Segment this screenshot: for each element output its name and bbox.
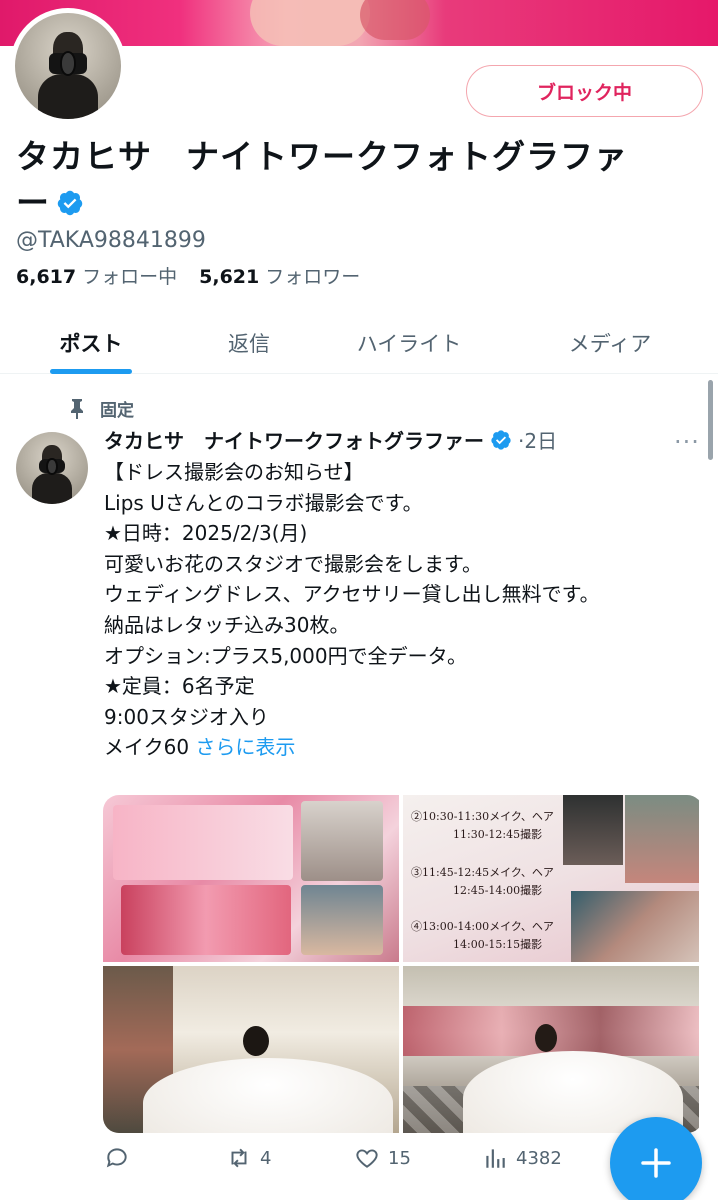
follow-stats: 6,617 フォロー中 5,621 フォロワー [16, 262, 360, 289]
profile-tabs: ポスト 返信 ハイライト メディア [0, 312, 718, 374]
repost-icon [231, 1148, 247, 1168]
photo-tile [571, 891, 699, 962]
post-line: 可愛いお花のスタジオで撮影会をします。 [104, 551, 482, 576]
post-header: タカヒサ ナイトワークフォトグラファー ·2日 [104, 425, 557, 454]
tab-media-label: メディア [568, 332, 652, 356]
repost-button[interactable]: 4 [226, 1145, 271, 1171]
schedule-text: 12:45-14:00撮影 [453, 884, 543, 897]
tab-replies[interactable]: 返信 [182, 312, 316, 374]
tab-media[interactable]: メディア [502, 312, 718, 374]
schedule-text: 14:00-15:15撮影 [453, 938, 543, 951]
reply-icon [106, 1148, 127, 1168]
photo-tile [301, 885, 383, 955]
profile-name-line2-wrap: ー [16, 180, 656, 226]
photo-dress [143, 1058, 393, 1133]
post-line-last: メイク60 さらに表示 [104, 732, 704, 763]
like-button[interactable]: 15 [354, 1145, 411, 1171]
avatar-image [15, 13, 121, 119]
tab-posts[interactable]: ポスト [0, 312, 182, 374]
media-image-4[interactable] [403, 966, 699, 1133]
post-text: 【ドレス撮影会のお知らせ】 Lips Uさんとのコラボ撮影会です。 ★日時：20… [104, 457, 704, 763]
avatar-figure [31, 444, 73, 504]
photo-tile [113, 805, 293, 880]
banner-decoration [250, 0, 370, 46]
views-chart-icon [486, 1149, 505, 1168]
views-count: 4382 [516, 1147, 562, 1169]
banner-decoration [360, 0, 430, 40]
like-count: 15 [388, 1147, 411, 1169]
photo-model-head [243, 1026, 269, 1056]
schedule-text: ④13:00-14:00メイク、ヘア [411, 920, 554, 933]
profile-handle: @TAKA98841899 [16, 228, 206, 253]
post-line: Lips Uさんとのコラボ撮影会です。 [104, 490, 423, 515]
post-line: ★日時：2025/2/3(月) [104, 521, 308, 546]
followers-link[interactable]: 5,621 フォロワー [199, 262, 360, 289]
media-image-1[interactable] [103, 795, 399, 962]
post-line: メイク60 [104, 735, 196, 760]
avatar-body [38, 74, 98, 119]
verified-badge-icon[interactable] [56, 189, 84, 217]
post-timestamp[interactable]: ·2日 [518, 425, 557, 454]
post-author-name[interactable]: タカヒサ ナイトワークフォトグラファー [104, 425, 484, 454]
photo-tile [121, 885, 291, 955]
schedule-text: ②10:30-11:30メイク、ヘア [411, 810, 554, 823]
avatar-image [16, 432, 88, 504]
following-count: 6,617 [16, 266, 77, 288]
pinned-label: 固定 [100, 401, 134, 421]
profile-name: タカヒサ ナイトワークフォトグラファ ー [16, 134, 656, 226]
media-image-3[interactable] [103, 966, 399, 1133]
schedule-text: ③11:45-12:45メイク、ヘア [411, 866, 554, 879]
profile-name-line2: ー [16, 183, 50, 222]
post-line: 【ドレス撮影会のお知らせ】 [104, 460, 364, 484]
followers-label: フォロワー [265, 266, 361, 288]
tab-highlights[interactable]: ハイライト [316, 312, 502, 374]
following-link[interactable]: 6,617 フォロー中 [16, 262, 177, 289]
show-more-link[interactable]: さらに表示 [195, 735, 295, 759]
camera-lens [46, 457, 58, 475]
active-tab-indicator [50, 369, 132, 374]
post-line: 納品はレタッチ込み30枚。 [104, 612, 350, 637]
plus-icon [641, 1148, 671, 1178]
tab-replies-label: 返信 [228, 332, 270, 356]
photo-tile [563, 795, 623, 865]
photo-tile [301, 801, 383, 881]
reply-button[interactable] [104, 1145, 138, 1171]
more-options-icon[interactable]: ··· [674, 430, 702, 454]
tab-posts-label: ポスト [59, 332, 123, 356]
following-label: フォロー中 [82, 266, 178, 288]
profile-name-line1: タカヒサ ナイトワークフォトグラファ [16, 137, 628, 176]
compose-post-button[interactable] [610, 1117, 702, 1200]
blocked-button[interactable]: ブロック中 [466, 65, 703, 117]
avatar-body [31, 473, 73, 504]
post-line: ウェディングドレス、アクセサリー貸し出し無料です。 [104, 582, 600, 607]
post-line: ★定員：6名予定 [104, 674, 255, 699]
media-image-2[interactable]: ②10:30-11:30メイク、ヘア 11:30-12:45撮影 ③11:45-… [403, 795, 699, 962]
schedule-text: 11:30-12:45撮影 [453, 828, 543, 841]
photo-model-head [535, 1024, 557, 1052]
profile-avatar[interactable] [10, 8, 126, 124]
post-line: オプション:プラス5,000円で全データ。 [104, 643, 467, 668]
views-button[interactable]: 4382 [482, 1145, 562, 1171]
verified-badge-icon[interactable] [490, 429, 512, 451]
scrollbar[interactable] [708, 380, 713, 460]
post-author-avatar[interactable] [16, 432, 88, 504]
repost-count: 4 [260, 1147, 272, 1169]
pinned-indicator: 固定 [68, 396, 134, 421]
followers-count: 5,621 [199, 266, 260, 288]
photo-tile [625, 795, 699, 883]
camera-lens [59, 51, 77, 76]
heart-icon [356, 1149, 378, 1168]
post-line: 9:00スタジオ入り [104, 704, 269, 729]
pin-icon [71, 398, 83, 419]
post-media-grid: ②10:30-11:30メイク、ヘア 11:30-12:45撮影 ③11:45-… [103, 795, 703, 1133]
avatar-figure [38, 32, 98, 119]
tab-highlights-label: ハイライト [356, 332, 462, 356]
